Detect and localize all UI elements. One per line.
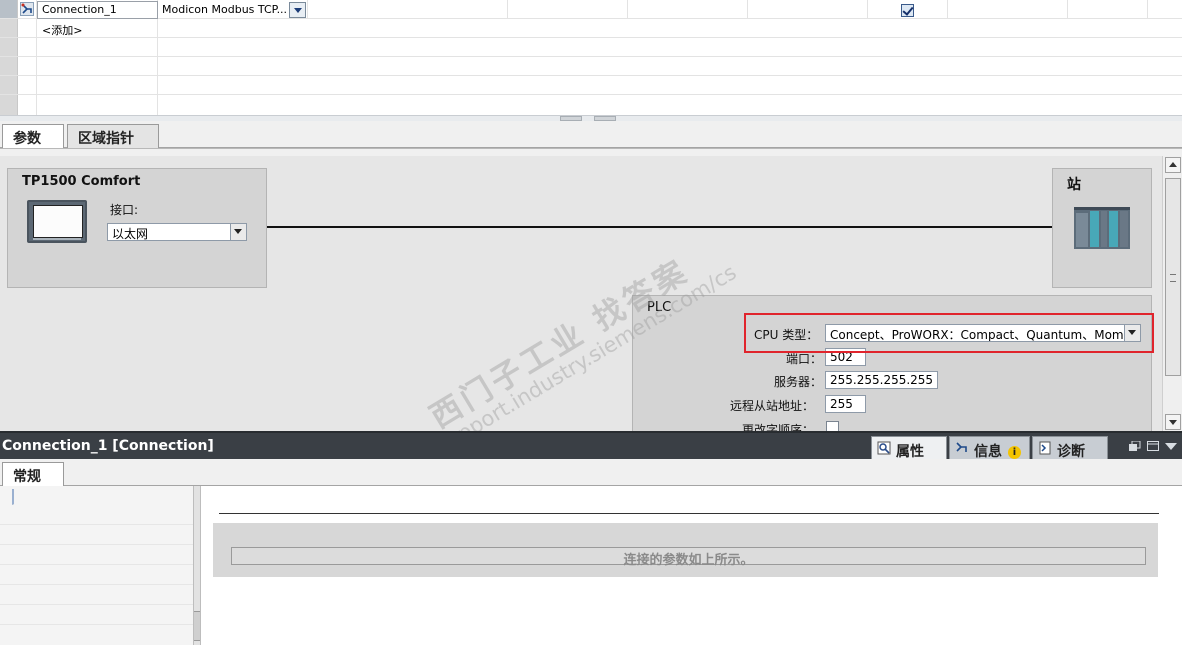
add-connection-row[interactable]: <添加> <box>42 22 82 38</box>
interface-dropdown-button[interactable] <box>230 224 246 240</box>
info-icon <box>956 442 967 452</box>
message-panel: 连接的参数如上所示。 <box>213 523 1158 577</box>
hmi-device-title: TP1500 Comfort <box>22 174 141 189</box>
remote-slave-input[interactable]: 255 <box>825 395 866 413</box>
plc-rack-icon <box>1074 207 1130 249</box>
tab-general[interactable]: 常规 <box>2 462 64 487</box>
tab-area-pointer[interactable]: 区域指针 <box>67 124 159 148</box>
remote-slave-label: 远程从站地址： <box>730 399 815 413</box>
inspector-header: Connection_1 [Connection] 属性 信息 i 诊断 <box>0 431 1182 461</box>
maximize-window-icon[interactable] <box>1147 441 1159 451</box>
scroll-up-button[interactable] <box>1165 157 1181 173</box>
server-value: 255.255.255.255 <box>830 373 934 387</box>
table-row[interactable]: <添加> <box>0 19 1182 38</box>
interface-select[interactable]: 以太网 <box>107 223 247 241</box>
parameter-editor: TP1500 Comfort 接口: 以太网 站 PLC CPU 类型： Con… <box>0 148 1182 431</box>
communication-driver[interactable]: Modicon Modbus TCP... <box>162 3 287 16</box>
online-checkbox[interactable] <box>901 4 914 17</box>
table-row <box>0 76 1182 95</box>
cpu-type-highlight <box>744 313 1154 353</box>
info-badge-icon: i <box>1008 446 1021 459</box>
inspector-content: 连接的参数如上所示。 <box>201 486 1182 645</box>
byte-order-checkbox[interactable] <box>826 421 839 431</box>
editor-tabs: 参数 区域指针 <box>0 121 1182 149</box>
server-input[interactable]: 255.255.255.255 <box>825 371 938 389</box>
table-row[interactable]: Connection_1 Modicon Modbus TCP... <box>0 0 1182 19</box>
tab-diagnostics-label: 诊断 <box>1057 444 1085 460</box>
navigation-scrollbar[interactable] <box>193 486 201 645</box>
nav-caret <box>12 489 14 505</box>
parameter-canvas: TP1500 Comfort 接口: 以太网 站 PLC CPU 类型： Con… <box>0 156 1162 431</box>
collapse-window-icon[interactable] <box>1165 441 1177 451</box>
byte-order-label: 更改字顺序： <box>742 423 815 431</box>
info-message: 连接的参数如上所示。 <box>231 547 1146 568</box>
tab-properties-label: 属性 <box>896 444 924 460</box>
inspector-title: Connection_1 [Connection] <box>2 438 214 454</box>
station-title: 站 <box>1067 177 1081 193</box>
connection-name[interactable]: Connection_1 <box>42 3 117 16</box>
tab-properties[interactable]: 属性 <box>871 436 947 461</box>
scroll-down-button[interactable] <box>1165 414 1181 430</box>
properties-icon <box>877 441 891 455</box>
diagnostics-icon <box>1039 441 1051 455</box>
connection-line <box>267 226 1053 228</box>
interface-value: 以太网 <box>112 227 149 241</box>
hmi-device-box: TP1500 Comfort 接口: 以太网 <box>7 168 267 288</box>
tab-parameters[interactable]: 参数 <box>2 124 64 149</box>
remote-slave-value: 255 <box>830 397 853 411</box>
station-box: 站 <box>1052 168 1152 288</box>
inspector-sub-tabs: 常规 <box>0 459 1182 487</box>
float-window-icon[interactable] <box>1129 441 1141 451</box>
navigation-scroll-thumb[interactable] <box>194 611 200 641</box>
table-row <box>0 57 1182 76</box>
connections-table: Connection_1 Modicon Modbus TCP... <添加> <box>0 0 1182 115</box>
tab-info[interactable]: 信息 i <box>949 436 1030 460</box>
inspector-body: 常规 连接的参数如上所示。 <box>0 459 1182 645</box>
hmi-panel-icon <box>27 200 87 243</box>
driver-dropdown-button[interactable] <box>289 2 306 18</box>
interface-label: 接口: <box>110 203 139 217</box>
tab-diagnostics[interactable]: 诊断 <box>1032 436 1108 460</box>
plc-title: PLC <box>647 300 672 315</box>
scroll-thumb[interactable] <box>1165 178 1181 376</box>
section-divider <box>219 513 1159 514</box>
server-label: 服务器： <box>774 375 823 389</box>
editor-scrollbar[interactable] <box>1162 156 1182 431</box>
connection-icon <box>20 2 34 16</box>
table-row <box>0 95 1182 115</box>
table-row <box>0 38 1182 57</box>
tab-info-label: 信息 <box>974 444 1002 460</box>
inspector-navigation[interactable] <box>0 486 193 645</box>
